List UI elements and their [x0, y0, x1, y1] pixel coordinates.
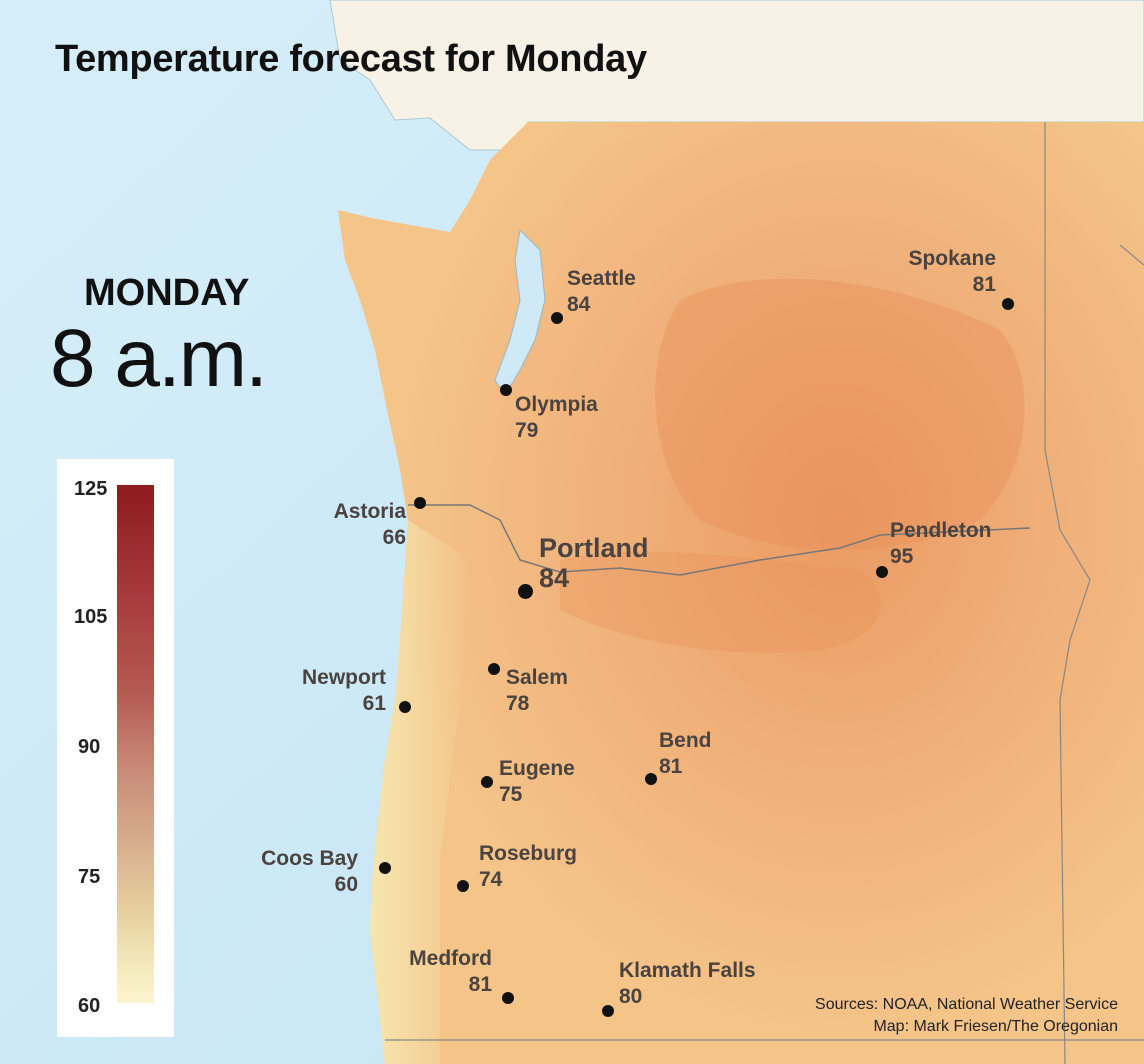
- city-label-klamath-falls: Klamath Falls 80: [619, 958, 756, 1010]
- city-name: Klamath Falls: [619, 959, 756, 982]
- city-temp: 79: [515, 419, 539, 442]
- city-marker-pendleton: [876, 566, 888, 578]
- city-marker-coos-bay: [379, 862, 391, 874]
- city-label-bend: Bend 81: [659, 728, 712, 780]
- city-label-roseburg: Roseburg 74: [479, 841, 577, 893]
- city-label-salem: Salem 78: [506, 665, 568, 717]
- city-name: Portland: [539, 533, 649, 563]
- city-marker-bend: [645, 773, 657, 785]
- city-name: Astoria: [333, 500, 406, 523]
- city-name: Roseburg: [479, 842, 578, 865]
- city-label-astoria: Astoria 66: [300, 499, 406, 551]
- legend-panel: [57, 459, 174, 1037]
- hot-region: [655, 278, 1025, 550]
- city-name: Pendleton: [890, 519, 992, 542]
- city-marker-newport: [399, 701, 411, 713]
- city-name: Olympia: [515, 393, 598, 416]
- city-label-portland: Portland 84: [539, 533, 649, 593]
- city-temp: 81: [659, 755, 683, 778]
- city-name: Eugene: [499, 757, 575, 780]
- city-temp: 81: [972, 273, 996, 296]
- source-credits: Sources: NOAA, National Weather Service …: [815, 994, 1118, 1038]
- city-name: Medford: [409, 947, 492, 970]
- city-marker-klamath-falls: [602, 1005, 614, 1017]
- city-marker-medford: [502, 992, 514, 1004]
- city-label-pendleton: Pendleton 95: [890, 518, 992, 570]
- city-marker-seattle: [551, 312, 563, 324]
- source-line: Sources: NOAA, National Weather Service: [815, 996, 1118, 1013]
- city-name: Spokane: [908, 247, 996, 270]
- city-label-coos-bay: Coos Bay 60: [220, 846, 358, 898]
- city-marker-astoria: [414, 497, 426, 509]
- city-temp: 78: [506, 692, 530, 715]
- time-label: 8 a.m.: [50, 313, 268, 404]
- city-marker-roseburg: [457, 880, 469, 892]
- city-label-newport: Newport 61: [270, 665, 386, 717]
- day-label: MONDAY: [84, 272, 250, 314]
- legend-tick-75: 75: [78, 866, 101, 888]
- legend-color-bar: [117, 485, 154, 1003]
- city-marker-olympia: [500, 384, 512, 396]
- map-title: Temperature forecast for Monday: [55, 38, 647, 80]
- city-marker-eugene: [481, 776, 493, 788]
- city-temp: 60: [334, 873, 358, 896]
- city-temp: 81: [468, 973, 492, 996]
- city-name: Salem: [506, 666, 568, 689]
- city-name: Coos Bay: [261, 847, 358, 870]
- city-marker-portland: [518, 584, 533, 599]
- city-label-seattle: Seattle 84: [567, 266, 636, 318]
- city-name: Seattle: [567, 267, 636, 290]
- legend-tick-105: 105: [74, 606, 108, 628]
- city-temp: 74: [479, 868, 503, 891]
- city-name: Bend: [659, 729, 712, 752]
- city-label-eugene: Eugene 75: [499, 756, 575, 808]
- city-marker-salem: [488, 663, 500, 675]
- legend-tick-125: 125: [74, 478, 108, 500]
- city-temp: 84: [567, 293, 591, 316]
- city-temp: 61: [362, 692, 386, 715]
- map-credit-line: Map: Mark Friesen/The Oregonian: [873, 1018, 1118, 1035]
- legend-tick-90: 90: [78, 736, 101, 758]
- city-marker-spokane: [1002, 298, 1014, 310]
- city-temp: 66: [382, 526, 406, 549]
- city-label-medford: Medford 81: [370, 946, 492, 998]
- city-temp: 75: [499, 783, 523, 806]
- city-temp: 95: [890, 545, 914, 568]
- city-temp: 80: [619, 985, 643, 1008]
- legend-tick-60: 60: [78, 995, 101, 1017]
- city-label-olympia: Olympia 79: [515, 392, 598, 444]
- city-label-spokane: Spokane 81: [870, 246, 996, 298]
- city-name: Newport: [302, 666, 386, 689]
- city-temp: 84: [539, 563, 570, 593]
